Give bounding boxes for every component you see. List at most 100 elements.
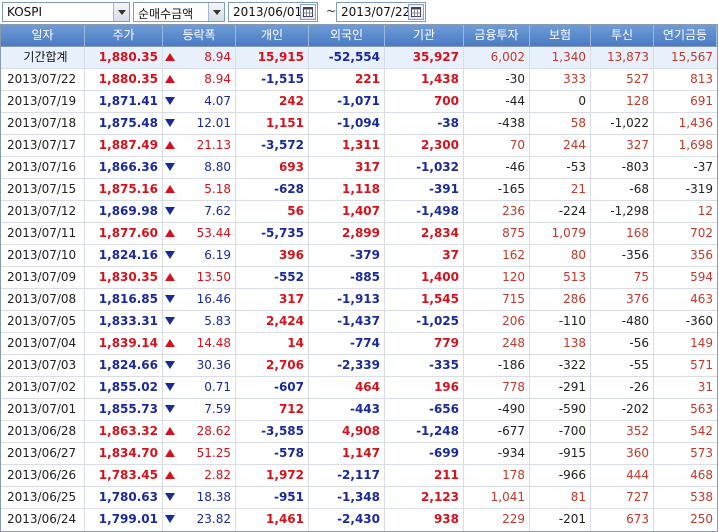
column-header-foreign[interactable]: 외국인 <box>309 25 385 46</box>
individual-cell: -5,735 <box>236 223 309 244</box>
change-cell: 30.36 <box>163 355 236 376</box>
table-row[interactable]: 2013/07/16 1,866.36 8.80 693 317 -1,032 -46 -53… <box>1 157 717 179</box>
pension-cell: -319 <box>685 182 713 196</box>
date-cell: 2013/06/28 <box>1 421 85 442</box>
fin-invest-cell: 875 <box>464 223 530 244</box>
pension-cell: 813 <box>690 72 713 86</box>
change-value: 8.94 <box>204 72 231 86</box>
change-value: 14.48 <box>196 336 231 350</box>
date-from-field[interactable]: 2013/06/01 <box>228 2 318 22</box>
date-to-field[interactable]: 2013/07/22 <box>336 2 426 22</box>
price-cell: 1,833.31 <box>85 311 163 332</box>
insurance-cell: -53 <box>530 157 591 178</box>
change-cell: 7.62 <box>163 201 236 222</box>
fin-invest-cell: -30 <box>464 69 530 90</box>
date-cell: 2013/07/15 <box>1 179 85 200</box>
trust-cell: -55 <box>591 355 654 376</box>
metric-select[interactable]: 순매수금액 <box>133 2 225 22</box>
toolbar: KOSPI 순매수금액 2013/06/01 ~ 2013/07/22 <box>0 0 719 24</box>
table-row[interactable]: 2013/07/04 1,839.14 14.48 14 -774 779 248 138 -5… <box>1 333 717 355</box>
individual-cell: 317 <box>236 289 309 310</box>
trust-cell: -68 <box>591 179 654 200</box>
column-header-pension[interactable]: 연기금등 <box>654 25 717 46</box>
change-cell: 21.13 <box>163 135 236 156</box>
column-header-fin-invest[interactable]: 금융투자 <box>464 25 530 46</box>
column-header-trust[interactable]: 투신 <box>591 25 654 46</box>
fin-invest-cell: -165 <box>464 179 530 200</box>
column-header-date[interactable]: 일자 <box>1 25 85 46</box>
total-row[interactable]: 기간합계 1,880.35 8.94 15,915 -52,554 35,927 6,002… <box>1 47 717 69</box>
table-row[interactable]: 2013/07/18 1,875.48 12.01 1,151 -1,094 -38 -43… <box>1 113 717 135</box>
insurance-cell: -966 <box>530 465 591 486</box>
change-value: 7.59 <box>204 402 231 416</box>
calendar-icon[interactable] <box>408 4 424 20</box>
date-cell: 2013/07/19 <box>1 91 85 112</box>
triangle-up-icon <box>165 449 175 457</box>
column-header-individual[interactable]: 개인 <box>236 25 309 46</box>
table-row[interactable]: 2013/07/19 1,871.41 4.07 242 -1,071 700 -44 0 12… <box>1 91 717 113</box>
change-cell: 4.07 <box>163 91 236 112</box>
insurance-cell: -110 <box>530 311 591 332</box>
triangle-up-icon <box>165 339 175 347</box>
column-header-institution[interactable]: 기관 <box>385 25 464 46</box>
table-row[interactable]: 2013/06/24 1,799.01 23.82 1,461 -2,430 938 229… <box>1 509 717 531</box>
change-value: 0.71 <box>204 380 231 394</box>
market-select[interactable]: KOSPI <box>2 2 130 22</box>
trading-table[interactable]: 일자 주가 등락폭 개인 외국인 기관 금융투자 보험 투신 연기금등 기간합계… <box>0 24 718 532</box>
fin-invest-cell: 236 <box>464 201 530 222</box>
individual-cell: -1,515 <box>236 69 309 90</box>
table-row[interactable]: 2013/07/10 1,824.16 6.19 396 -379 37 162 80 -356… <box>1 245 717 267</box>
calendar-icon[interactable] <box>300 4 316 20</box>
institution-cell: 35,927 <box>385 47 464 68</box>
institution-cell: -391 <box>385 179 464 200</box>
table-row[interactable]: 2013/07/03 1,824.66 30.36 2,706 -2,339 -335 -1… <box>1 355 717 377</box>
date-cell: 2013/07/18 <box>1 113 85 134</box>
table-row[interactable]: 2013/07/11 1,877.60 53.44 -5,735 2,899 2,834 8… <box>1 223 717 245</box>
price-cell: 1,780.63 <box>85 487 163 508</box>
insurance-cell: -224 <box>530 201 591 222</box>
pension-cell: 573 <box>690 446 713 460</box>
change-cell: 28.62 <box>163 421 236 442</box>
change-cell: 7.59 <box>163 399 236 420</box>
change-cell: 51.25 <box>163 443 236 464</box>
table-row[interactable]: 2013/06/27 1,834.70 51.25 -578 1,147 -699 -934… <box>1 443 717 465</box>
price-cell: 1,863.32 <box>85 421 163 442</box>
table-row[interactable]: 2013/07/05 1,833.31 5.83 2,424 -1,437 -1,025 2… <box>1 311 717 333</box>
institution-cell: -1,025 <box>385 311 464 332</box>
column-header-price[interactable]: 주가 <box>85 25 163 46</box>
triangle-up-icon <box>165 185 175 193</box>
table-row[interactable]: 2013/07/12 1,869.98 7.62 56 1,407 -1,498 236 -2… <box>1 201 717 223</box>
trust-cell: -56 <box>591 333 654 354</box>
column-header-insurance[interactable]: 보험 <box>530 25 591 46</box>
table-row[interactable]: 2013/07/17 1,887.49 21.13 -3,572 1,311 2,300 7… <box>1 135 717 157</box>
insurance-cell: 1,079 <box>530 223 591 244</box>
table-row[interactable]: 2013/07/09 1,830.35 13.50 -552 -885 1,400 120 5… <box>1 267 717 289</box>
table-row[interactable]: 2013/06/28 1,863.32 28.62 -3,585 4,908 -1,248… <box>1 421 717 443</box>
table-row[interactable]: 2013/06/26 1,783.45 2.82 1,972 -2,117 211 178-… <box>1 465 717 487</box>
foreign-cell: -774 <box>309 333 385 354</box>
insurance-cell: -915 <box>530 443 591 464</box>
pension-cell: -37 <box>693 160 713 174</box>
price-cell: 1,783.45 <box>85 465 163 486</box>
column-header-change[interactable]: 등락폭 <box>163 25 236 46</box>
foreign-cell: -379 <box>309 245 385 266</box>
institution-cell: -656 <box>385 399 464 420</box>
table-row[interactable]: 2013/07/01 1,855.73 7.59 712 -443 -656 -490 -59… <box>1 399 717 421</box>
chevron-down-icon[interactable] <box>208 3 224 21</box>
table-row[interactable]: 2013/06/25 1,780.63 18.38 -951 -1,348 2,123 1,… <box>1 487 717 509</box>
table-row[interactable]: 2013/07/02 1,855.02 0.71 -607 464 196 778 -291-… <box>1 377 717 399</box>
fin-invest-cell: -44 <box>464 91 530 112</box>
individual-cell: 693 <box>236 157 309 178</box>
table-row[interactable]: 2013/07/08 1,816.85 16.46 317 -1,913 1,545 715… <box>1 289 717 311</box>
institution-cell: 2,834 <box>385 223 464 244</box>
table-row[interactable]: 2013/07/22 1,880.35 8.94 -1,515 221 1,438 -30 3… <box>1 69 717 91</box>
trust-cell: 128 <box>591 91 654 112</box>
date-cell: 2013/07/09 <box>1 267 85 288</box>
price-cell: 1,839.14 <box>85 333 163 354</box>
chevron-down-icon[interactable] <box>113 3 129 21</box>
change-value: 7.62 <box>204 204 231 218</box>
foreign-cell: -2,430 <box>309 509 385 531</box>
market-select-value: KOSPI <box>7 5 43 19</box>
date-cell: 2013/07/01 <box>1 399 85 420</box>
table-row[interactable]: 2013/07/15 1,875.16 5.18 -628 1,118 -391 -165 2… <box>1 179 717 201</box>
